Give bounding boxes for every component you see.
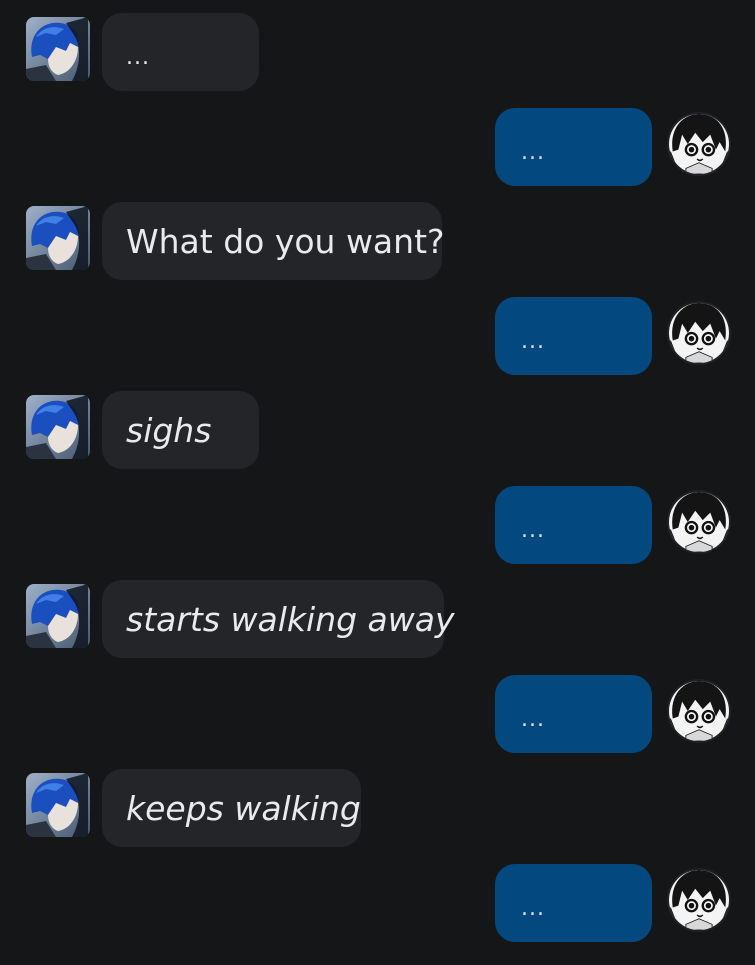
message-text: sighs	[126, 410, 212, 450]
manga-girl-avatar[interactable]	[667, 678, 731, 743]
outgoing-message-bubble[interactable]: ...	[495, 863, 652, 942]
message-text: ...	[521, 328, 545, 354]
blue-haired-character-avatar[interactable]	[26, 773, 90, 837]
message-text: ...	[521, 517, 545, 543]
message-text: starts walking away	[126, 599, 455, 639]
message-row: What do you want?	[0, 202, 755, 282]
blue-haired-character-avatar[interactable]	[26, 395, 90, 459]
blue-haired-character-avatar[interactable]	[26, 206, 90, 270]
message-row: ...	[0, 863, 755, 944]
blue-haired-character-avatar[interactable]	[26, 584, 90, 648]
message-row: ...	[0, 13, 755, 93]
message-row: ...	[0, 107, 755, 188]
incoming-message-bubble[interactable]: sighs	[102, 391, 259, 469]
message-row: ...	[0, 674, 755, 755]
message-row: sighs	[0, 391, 755, 471]
blue-haired-character-avatar[interactable]	[26, 17, 90, 81]
manga-girl-avatar[interactable]	[667, 867, 731, 932]
message-row: ...	[0, 296, 755, 377]
outgoing-message-bubble[interactable]: ...	[495, 296, 652, 375]
message-text: ...	[521, 706, 545, 732]
chat-thread: ...... What do you want? ... sighs ... s…	[0, 0, 755, 965]
incoming-message-bubble[interactable]: keeps walking	[102, 769, 361, 847]
incoming-message-bubble[interactable]: ...	[102, 13, 259, 91]
incoming-message-bubble[interactable]: starts walking away	[102, 580, 455, 658]
message-text: ...	[521, 139, 545, 165]
message-row: keeps walking	[0, 769, 755, 849]
manga-girl-avatar[interactable]	[667, 111, 731, 176]
manga-girl-avatar[interactable]	[667, 489, 731, 554]
outgoing-message-bubble[interactable]: ...	[495, 107, 652, 186]
message-text: keeps walking	[126, 788, 361, 828]
message-text: What do you want?	[126, 221, 445, 261]
outgoing-message-bubble[interactable]: ...	[495, 485, 652, 564]
outgoing-message-bubble[interactable]: ...	[495, 674, 652, 753]
message-text: ...	[126, 45, 150, 70]
manga-girl-avatar[interactable]	[667, 300, 731, 365]
message-text: ...	[521, 895, 545, 921]
message-row: ...	[0, 485, 755, 566]
message-row: starts walking away	[0, 580, 755, 660]
incoming-message-bubble[interactable]: What do you want?	[102, 202, 445, 280]
